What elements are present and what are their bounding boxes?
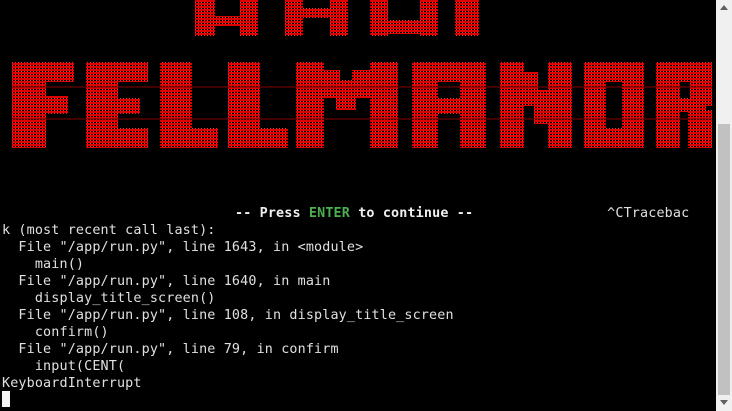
- scrollbar-thumb[interactable]: [718, 124, 730, 407]
- traceback-line: KeyboardInterrupt: [2, 376, 142, 391]
- terminal-cursor: [2, 391, 10, 407]
- triangle-down-icon: [720, 400, 728, 405]
- terminal-window[interactable]: -- Press ENTER to continue -- ^CTracebac …: [0, 0, 716, 411]
- scrollbar-track[interactable]: [716, 16, 732, 407]
- traceback-line: File "/app/run.py", line 1640, in main: [2, 274, 331, 289]
- traceback-line: File "/app/run.py", line 108, in display…: [2, 308, 454, 323]
- traceback-line: display_title_screen(): [2, 291, 216, 306]
- banner-top-word: [195, 0, 479, 36]
- traceback-line: main(): [2, 257, 85, 272]
- vertical-scrollbar[interactable]: [716, 0, 732, 411]
- traceback-line: File "/app/run.py", line 79, in confirm: [2, 342, 339, 357]
- traceback-line: input(CENT(: [2, 359, 126, 374]
- traceback-line: confirm(): [2, 325, 109, 340]
- continue-prompt-line: -- Press ENTER to continue -- ^CTracebac: [235, 206, 690, 221]
- banner-main-word: [12, 62, 712, 148]
- triangle-up-icon: [720, 5, 728, 10]
- interrupt-marker: ^CTracebac: [607, 206, 690, 221]
- traceback-line: File "/app/run.py", line 1643, in <modul…: [2, 240, 364, 255]
- enter-keyword: ENTER: [308, 206, 350, 221]
- traceback-line: k (most recent call last):: [2, 223, 216, 238]
- title-banner-art: [12, 0, 712, 148]
- scroll-down-button[interactable]: [716, 395, 732, 411]
- scroll-up-button[interactable]: [716, 0, 732, 16]
